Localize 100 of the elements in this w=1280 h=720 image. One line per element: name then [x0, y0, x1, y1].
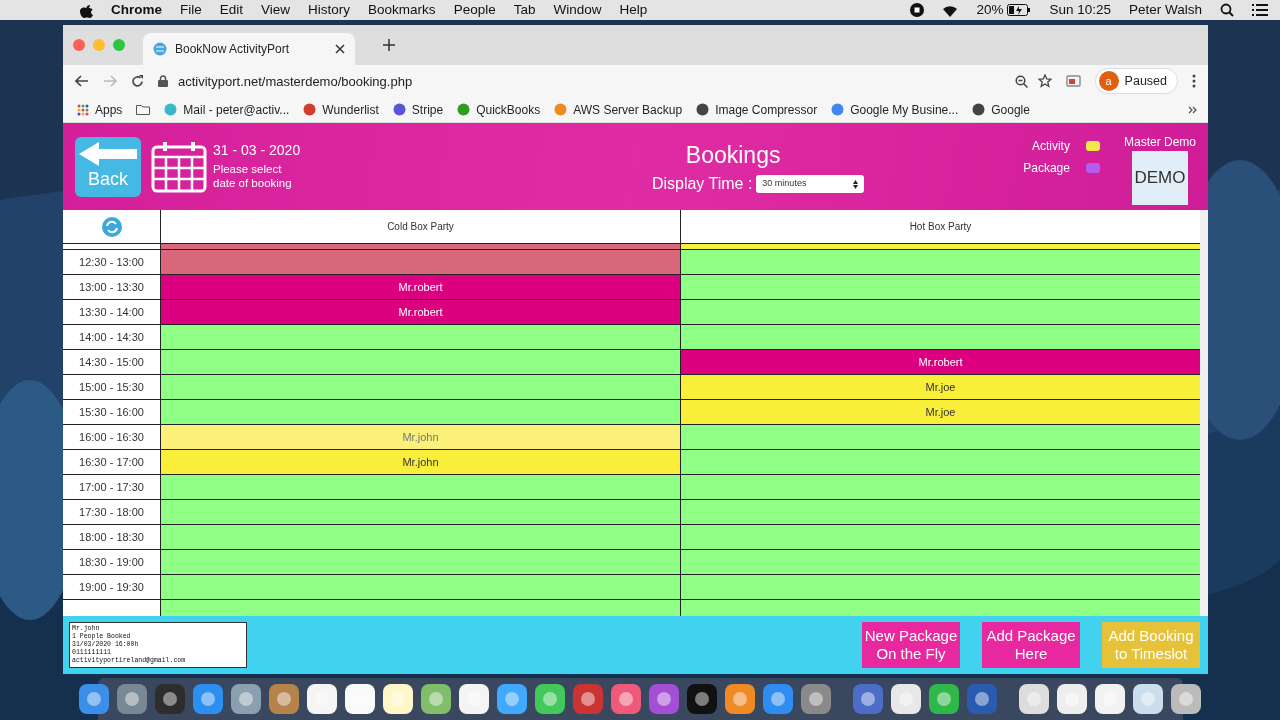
scrollbar[interactable] [1200, 210, 1208, 617]
app-icon[interactable] [78, 683, 110, 716]
app-icon[interactable] [1056, 683, 1088, 716]
app-icon[interactable] [458, 683, 490, 716]
reload-icon[interactable] [131, 74, 144, 88]
app-icon[interactable] [268, 683, 300, 716]
app-icon[interactable] [154, 683, 186, 716]
app-icon[interactable] [116, 683, 148, 716]
booking-date[interactable]: 31 - 03 - 2020 [213, 143, 303, 159]
menu-item[interactable]: Help [619, 0, 648, 21]
zoom-icon[interactable] [1014, 74, 1028, 88]
free-slot[interactable] [680, 450, 1200, 476]
app-icon[interactable] [420, 683, 452, 716]
free-slot[interactable] [160, 350, 680, 376]
battery-icon[interactable] [1007, 4, 1032, 16]
free-slot[interactable] [680, 244, 1200, 251]
free-slot[interactable] [160, 500, 680, 526]
booking-slot[interactable]: Mr.robert [160, 300, 680, 326]
free-slot[interactable] [160, 325, 680, 351]
plus-icon[interactable] [383, 39, 395, 52]
app-icon[interactable] [1018, 683, 1050, 716]
bookmark-link[interactable]: Stripe [392, 100, 444, 119]
back-icon[interactable] [75, 75, 89, 88]
app-icon[interactable] [686, 683, 718, 716]
free-slot[interactable] [680, 475, 1200, 501]
refresh-icon[interactable] [100, 215, 123, 238]
free-slot[interactable] [680, 575, 1200, 601]
list-icon[interactable] [1252, 4, 1268, 16]
free-slot[interactable] [680, 550, 1200, 576]
profile-button[interactable]: a Paused [1094, 68, 1178, 95]
star-icon[interactable] [1037, 74, 1052, 89]
bookmark-link[interactable]: AWS Server Backup [554, 100, 683, 119]
bookmark-link[interactable]: Google My Busine... [831, 100, 959, 119]
app-icon[interactable] [1094, 683, 1126, 716]
free-slot[interactable] [680, 425, 1200, 451]
browser-tab[interactable]: BookNow ActivityPort [143, 33, 355, 66]
free-slot[interactable] [680, 500, 1200, 526]
display-time-select[interactable]: 30 minutes [756, 175, 865, 194]
menu-item[interactable]: People [453, 0, 496, 21]
menu-item[interactable]: Window [553, 0, 602, 21]
search-icon[interactable] [1220, 3, 1234, 17]
booking-slot[interactable]: Mr.robert [680, 350, 1200, 376]
app-icon[interactable] [928, 683, 960, 716]
bookmark-link[interactable]: Google [972, 100, 1030, 119]
app-icon[interactable] [610, 683, 642, 716]
booking-slot[interactable]: Mr.john [160, 450, 680, 476]
menu-item[interactable]: File [180, 0, 202, 21]
wifi-icon[interactable] [942, 3, 959, 17]
app-icon[interactable] [852, 683, 884, 716]
bookmark-link[interactable]: Wunderlist [303, 100, 379, 119]
clock[interactable]: Sun 10:25 [1049, 0, 1111, 21]
app-icon[interactable] [648, 683, 680, 716]
booking-slot[interactable]: Mr.robert [160, 275, 680, 301]
action-button[interactable]: Add Package Here [982, 622, 1080, 669]
free-slot[interactable] [160, 375, 680, 401]
user-name[interactable]: Peter Walsh [1128, 0, 1202, 21]
free-slot[interactable] [160, 400, 680, 426]
free-slot[interactable] [680, 525, 1200, 551]
chevron-icon[interactable] [1188, 105, 1198, 114]
app-icon[interactable] [306, 683, 338, 716]
bookmark-link[interactable]: Apps [77, 100, 123, 119]
app-icon[interactable] [800, 683, 832, 716]
free-slot[interactable] [680, 325, 1200, 351]
bookmark-link[interactable]: Image Compressor [696, 100, 818, 119]
free-slot[interactable] [160, 525, 680, 551]
action-button[interactable]: New Package On the Fly [862, 622, 960, 669]
app-icon[interactable] [534, 683, 566, 716]
app-icon[interactable] [762, 683, 794, 716]
app-icon[interactable] [382, 683, 414, 716]
close-icon[interactable] [335, 44, 345, 55]
free-slot[interactable] [680, 275, 1200, 301]
free-slot[interactable] [160, 475, 680, 501]
app-icon[interactable] [192, 683, 224, 716]
free-slot[interactable] [680, 300, 1200, 326]
menu-item[interactable]: Edit [219, 0, 244, 21]
app-menu[interactable]: Chrome [111, 0, 162, 21]
free-slot[interactable] [680, 250, 1200, 276]
menu-item[interactable]: History [308, 0, 351, 21]
app-icon[interactable] [890, 683, 922, 716]
app-icon[interactable] [344, 683, 376, 716]
app-icon[interactable] [230, 683, 262, 716]
address-bar[interactable]: activityport.net/masterdemo/booking.php [178, 71, 1005, 92]
menu-item[interactable]: Tab [513, 0, 536, 21]
cast-icon[interactable] [1065, 75, 1081, 88]
menu-item[interactable]: Bookmarks [368, 0, 436, 21]
booking-slot[interactable]: Mr.joe [680, 375, 1200, 401]
more-icon[interactable] [1192, 74, 1196, 89]
app-icon[interactable] [724, 683, 756, 716]
app-icon[interactable] [1170, 683, 1202, 716]
bookmark-link[interactable]: Mail - peter@activ... [164, 100, 290, 119]
free-slot[interactable] [160, 575, 680, 601]
booking-slot[interactable]: Mr.john [160, 425, 680, 451]
booking-slot[interactable]: Mr.joe [680, 400, 1200, 426]
free-slot[interactable] [160, 550, 680, 576]
calendar-icon[interactable] [151, 140, 207, 193]
app-icon[interactable] [496, 683, 528, 716]
app-icon[interactable] [1132, 683, 1164, 716]
menu-item[interactable]: View [261, 0, 291, 21]
record-icon[interactable] [910, 3, 925, 17]
folder-icon[interactable] [136, 104, 151, 116]
